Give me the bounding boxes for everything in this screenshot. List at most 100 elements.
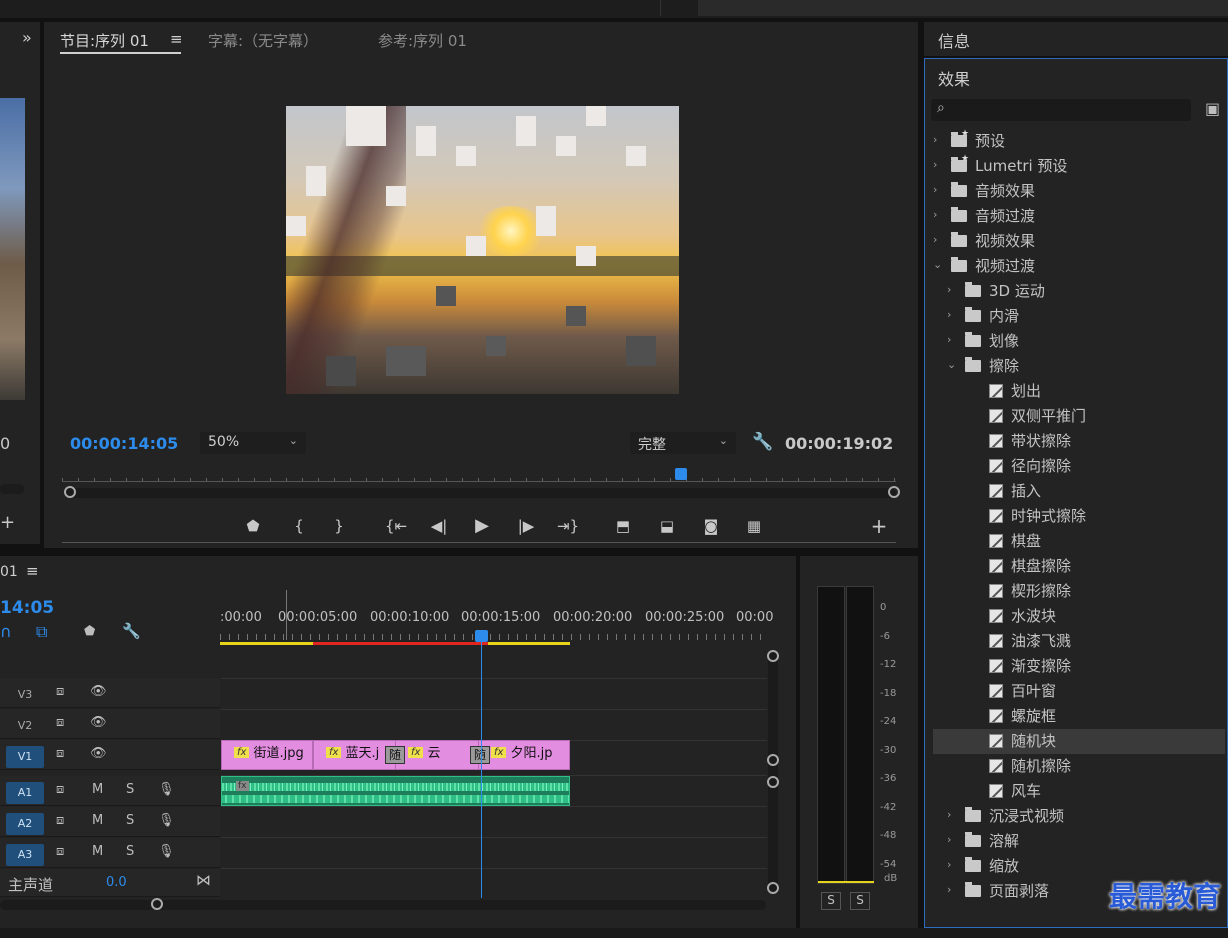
chevron-right-icon[interactable]: ›: [947, 283, 951, 296]
effect-item[interactable]: 百叶窗: [933, 679, 1225, 704]
button-editor-icon[interactable]: +: [867, 514, 891, 538]
sequence-tab[interactable]: 01: [0, 564, 18, 580]
scroll-handle-right[interactable]: [888, 486, 900, 498]
sync-lock-icon[interactable]: ⧈: [56, 813, 64, 828]
track-label[interactable]: V1: [6, 746, 44, 768]
add-marker-icon[interactable]: ⬟: [84, 624, 95, 639]
sync-lock-icon[interactable]: ⧈: [56, 715, 64, 730]
track-label[interactable]: V3: [6, 684, 44, 706]
wrench-icon[interactable]: 🔧: [752, 432, 773, 452]
effect-item[interactable]: 螺旋框: [933, 704, 1225, 729]
sync-lock-icon[interactable]: ⧈: [56, 782, 64, 797]
hamburger-icon[interactable]: ≡: [26, 562, 39, 580]
effects-search-field[interactable]: ⌕: [931, 99, 1191, 121]
new-bin-icon[interactable]: ▣: [1205, 99, 1220, 118]
info-title[interactable]: 信息: [938, 28, 970, 52]
scroll-handle[interactable]: [767, 776, 779, 788]
chevron-right-icon[interactable]: ›: [933, 208, 937, 221]
effect-item[interactable]: 双侧平推门: [933, 404, 1225, 429]
double-chevron-right-icon[interactable]: »: [22, 28, 32, 47]
video-clip[interactable]: fx 夕阳.jp: [478, 740, 570, 770]
effect-folder[interactable]: › 沉浸式视频: [933, 804, 1225, 829]
effect-folder[interactable]: › ★ Lumetri 预设: [933, 154, 1225, 179]
solo-right-button[interactable]: S: [850, 892, 870, 910]
chevron-down-icon[interactable]: ⌄: [947, 358, 956, 371]
microphone-icon[interactable]: 🎙: [158, 813, 175, 828]
timeline-timecode[interactable]: 14:05: [0, 598, 54, 618]
solo-button[interactable]: S: [126, 782, 134, 797]
mute-button[interactable]: M: [92, 844, 103, 859]
effect-item[interactable]: 径向擦除: [933, 454, 1225, 479]
transition-marker[interactable]: 随: [385, 746, 405, 764]
mute-button[interactable]: M: [92, 813, 103, 828]
effect-folder[interactable]: › 溶解: [933, 829, 1225, 854]
chevron-right-icon[interactable]: ›: [933, 233, 937, 246]
tab-reference[interactable]: 参考:序列 01: [378, 30, 467, 51]
playhead-marker[interactable]: [675, 468, 687, 480]
chevron-right-icon[interactable]: ›: [947, 333, 951, 346]
effect-item[interactable]: 渐变擦除: [933, 654, 1225, 679]
chevron-right-icon[interactable]: ›: [947, 833, 951, 846]
master-volume[interactable]: 0.0: [106, 875, 127, 890]
effect-folder[interactable]: › 视频效果: [933, 229, 1225, 254]
effect-item[interactable]: 棋盘擦除: [933, 554, 1225, 579]
tab-program[interactable]: 节目:序列 01: [60, 30, 149, 51]
scroll-handle[interactable]: [151, 898, 163, 910]
go-to-out-icon[interactable]: ⇥}: [556, 514, 580, 538]
extract-icon[interactable]: ⬓: [655, 514, 679, 538]
add-button[interactable]: +: [0, 512, 15, 533]
transition-marker[interactable]: 随: [470, 746, 490, 764]
chevron-right-icon[interactable]: ›: [933, 183, 937, 196]
mark-out-icon[interactable]: }: [327, 514, 351, 538]
mute-button[interactable]: M: [92, 782, 103, 797]
chevron-right-icon[interactable]: ›: [947, 858, 951, 871]
microphone-icon[interactable]: 🎙: [158, 844, 175, 859]
chevron-right-icon[interactable]: ›: [947, 808, 951, 821]
sync-lock-icon[interactable]: ⧈: [56, 844, 64, 859]
video-clip[interactable]: fx 街道.jpg: [221, 740, 313, 770]
effect-folder[interactable]: ⌄ 擦除: [933, 354, 1225, 379]
chevron-right-icon[interactable]: ›: [947, 308, 951, 321]
effect-item[interactable]: 划出: [933, 379, 1225, 404]
track-label[interactable]: V2: [6, 715, 44, 737]
track-label[interactable]: A1: [6, 782, 44, 804]
step-forward-icon[interactable]: |▶: [514, 514, 538, 538]
track-label[interactable]: A3: [6, 844, 44, 866]
chevron-right-icon[interactable]: ›: [947, 883, 951, 896]
effect-folder[interactable]: › ★ 预设: [933, 129, 1225, 154]
bowtie-icon[interactable]: ⋈: [196, 871, 211, 889]
effect-item[interactable]: 水波块: [933, 604, 1225, 629]
search-input[interactable]: [955, 101, 1183, 119]
effect-item[interactable]: 楔形擦除: [933, 579, 1225, 604]
effect-folder[interactable]: › 音频过渡: [933, 204, 1225, 229]
effect-folder[interactable]: ⌄ 视频过渡: [933, 254, 1225, 279]
effect-item[interactable]: 带状擦除: [933, 429, 1225, 454]
effect-folder[interactable]: › 3D 运动: [933, 279, 1225, 304]
track-label[interactable]: A2: [6, 813, 44, 835]
effect-folder[interactable]: › 划像: [933, 329, 1225, 354]
effect-item[interactable]: 时钟式擦除: [933, 504, 1225, 529]
audio-clip[interactable]: fx: [221, 776, 570, 806]
eye-icon[interactable]: 👁: [90, 746, 107, 761]
chevron-right-icon[interactable]: ›: [933, 133, 937, 146]
vertical-scrollbar[interactable]: [768, 652, 778, 892]
mini-ruler[interactable]: [62, 470, 896, 482]
wrench-icon[interactable]: 🔧: [122, 622, 141, 640]
effect-folder[interactable]: › 内滑: [933, 304, 1225, 329]
effect-folder[interactable]: › 音频效果: [933, 179, 1225, 204]
effect-item[interactable]: 随机擦除: [933, 754, 1225, 779]
effect-item[interactable]: 棋盘: [933, 529, 1225, 554]
go-to-in-icon[interactable]: {⇤: [384, 514, 408, 538]
playhead-handle[interactable]: [475, 630, 488, 642]
timeline-playhead[interactable]: [481, 634, 482, 898]
mark-in-icon[interactable]: {: [287, 514, 311, 538]
eye-icon[interactable]: 👁: [90, 684, 107, 699]
camera-icon[interactable]: ◙: [699, 514, 723, 538]
scroll-handle-left[interactable]: [64, 486, 76, 498]
compare-view-icon[interactable]: ▦: [742, 514, 766, 538]
quality-dropdown[interactable]: 完整 ⌄: [630, 432, 736, 454]
effect-item[interactable]: 风车: [933, 779, 1225, 804]
hamburger-icon[interactable]: ≡: [170, 30, 183, 48]
effect-item[interactable]: 插入: [933, 479, 1225, 504]
solo-button[interactable]: S: [126, 844, 134, 859]
